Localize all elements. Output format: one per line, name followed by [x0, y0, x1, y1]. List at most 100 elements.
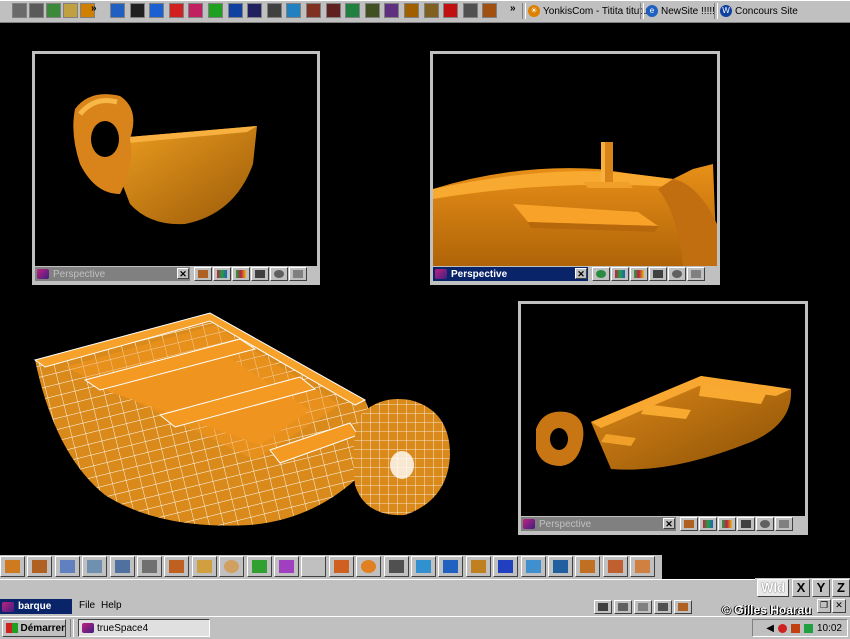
cut-icon[interactable] [328, 556, 354, 577]
taskbar-truespace[interactable]: trueSpace4 [78, 619, 210, 637]
link-concours[interactable]: W Concours Site [720, 4, 798, 18]
close-window-button[interactable]: ✕ [832, 599, 846, 613]
picture-icon[interactable] [306, 3, 321, 18]
x-axis-button[interactable]: X [792, 579, 810, 597]
pen-tool-icon[interactable] [109, 556, 135, 577]
nav-move-icon[interactable] [594, 600, 612, 614]
vp-rotate-icon[interactable] [756, 517, 774, 531]
link-newsite[interactable]: e NewSite !!!!! [646, 4, 715, 18]
vp-move-icon[interactable] [251, 267, 269, 281]
vp-colors-icon[interactable] [611, 267, 629, 281]
sphere-icon[interactable] [219, 556, 245, 577]
triangle-icon[interactable] [110, 3, 125, 18]
nav-rotate-icon[interactable] [614, 600, 632, 614]
sweep-icon[interactable] [54, 556, 80, 577]
acrobat-icon[interactable] [443, 3, 459, 18]
3d-text-icon[interactable] [548, 556, 573, 577]
ie-icon[interactable] [149, 3, 165, 18]
hat-icon[interactable] [384, 3, 400, 18]
nav-zoom-icon[interactable] [634, 600, 652, 614]
viewport-caption[interactable]: Perspective [521, 517, 676, 531]
disk-icon[interactable] [29, 3, 44, 18]
vp-move-icon[interactable] [737, 517, 755, 531]
network-icon[interactable] [803, 623, 813, 633]
gear-icon[interactable] [325, 3, 341, 18]
speaker-icon[interactable]: ◀ [766, 623, 774, 634]
search-icon[interactable] [46, 3, 61, 18]
figure-icon[interactable] [438, 556, 464, 577]
material-icon[interactable] [246, 556, 272, 577]
list-icon[interactable] [383, 556, 409, 577]
close-button[interactable]: ✕ [663, 518, 675, 529]
vp-cube-icon[interactable] [194, 267, 212, 281]
antivirus-icon[interactable] [777, 623, 787, 633]
vp-move-icon[interactable] [649, 267, 667, 281]
move-icon[interactable] [0, 556, 25, 577]
ghost-icon[interactable] [266, 3, 282, 18]
chevron-more-icon[interactable]: » [91, 3, 97, 14]
lightning-icon[interactable] [208, 3, 223, 18]
viewport-canvas[interactable] [35, 54, 317, 266]
palette-icon[interactable] [286, 3, 302, 18]
close-button[interactable]: ✕ [177, 268, 189, 279]
viewport-caption[interactable]: Perspective [35, 267, 190, 281]
gear-tray-icon[interactable] [790, 623, 800, 633]
cone-icon[interactable] [411, 556, 436, 577]
vp-globe-icon[interactable] [592, 267, 610, 281]
figure-icon[interactable] [129, 3, 145, 18]
document-title[interactable]: barque [0, 599, 72, 614]
vp-axis-icon[interactable] [775, 517, 793, 531]
viewport-bottom-right[interactable]: Perspective ✕ [518, 301, 808, 535]
cluster-icon[interactable] [274, 556, 299, 577]
render-icon[interactable] [520, 556, 546, 577]
vp-rotate-icon[interactable] [668, 267, 686, 281]
chevron-more-icon[interactable]: » [510, 3, 516, 14]
deform-icon[interactable] [630, 556, 656, 577]
y-axis-button[interactable]: Y [812, 579, 830, 597]
pointer-icon[interactable] [82, 556, 108, 577]
vp-cube-icon[interactable] [680, 517, 698, 531]
gallery-icon[interactable] [482, 3, 498, 18]
rose-icon[interactable] [188, 3, 204, 18]
z-axis-button[interactable]: Z [832, 579, 850, 597]
paint-icon[interactable] [364, 3, 380, 18]
viewport-top-right[interactable]: Perspective ✕ [430, 51, 720, 285]
lathe-icon[interactable] [575, 556, 601, 577]
restore-button[interactable]: ❐ [817, 599, 831, 613]
close-button[interactable]: ✕ [575, 268, 587, 279]
torus-icon[interactable] [356, 556, 382, 577]
arrow-down-icon[interactable] [137, 556, 162, 577]
axis-icon[interactable] [465, 556, 491, 577]
vp-colors-icon[interactable] [718, 517, 736, 531]
calculator-icon[interactable] [462, 3, 478, 18]
vp-colors-icon[interactable] [630, 267, 648, 281]
menu-help[interactable]: Help [101, 600, 122, 611]
world-axis-button[interactable]: Wld [757, 579, 789, 597]
desktop-icon[interactable] [12, 3, 27, 18]
vp-rotate-icon[interactable] [270, 267, 288, 281]
viewport-caption[interactable]: Perspective [433, 267, 588, 281]
nav-cube-icon[interactable] [674, 600, 692, 614]
brush-icon[interactable] [423, 3, 439, 18]
link-yonkiscom[interactable]: ☀ YonkisCom - Titita titutu [528, 4, 648, 18]
menu-file[interactable]: File [79, 600, 95, 611]
flag-icon[interactable] [227, 3, 243, 18]
nav-axis-icon[interactable] [654, 600, 672, 614]
folder-icon[interactable] [63, 3, 78, 18]
boat-wireframe-model[interactable] [10, 305, 480, 535]
start-button[interactable]: Démarrer [2, 619, 66, 637]
cube-icon[interactable] [27, 556, 53, 577]
spline-icon[interactable] [301, 556, 327, 577]
plane-icon[interactable] [191, 556, 217, 577]
user-icon[interactable] [247, 3, 263, 18]
box-icon[interactable] [164, 556, 190, 577]
rotate-icon[interactable] [602, 556, 628, 577]
vp-colors-icon[interactable] [232, 267, 250, 281]
viewport-top-left[interactable]: Perspective ✕ [32, 51, 320, 285]
vp-axis-icon[interactable] [687, 267, 705, 281]
vp-colors-icon[interactable] [213, 267, 231, 281]
viewport-canvas[interactable] [433, 54, 717, 266]
vp-colors-icon[interactable] [699, 517, 717, 531]
grid-icon[interactable] [493, 556, 519, 577]
pen-icon[interactable] [404, 3, 419, 18]
